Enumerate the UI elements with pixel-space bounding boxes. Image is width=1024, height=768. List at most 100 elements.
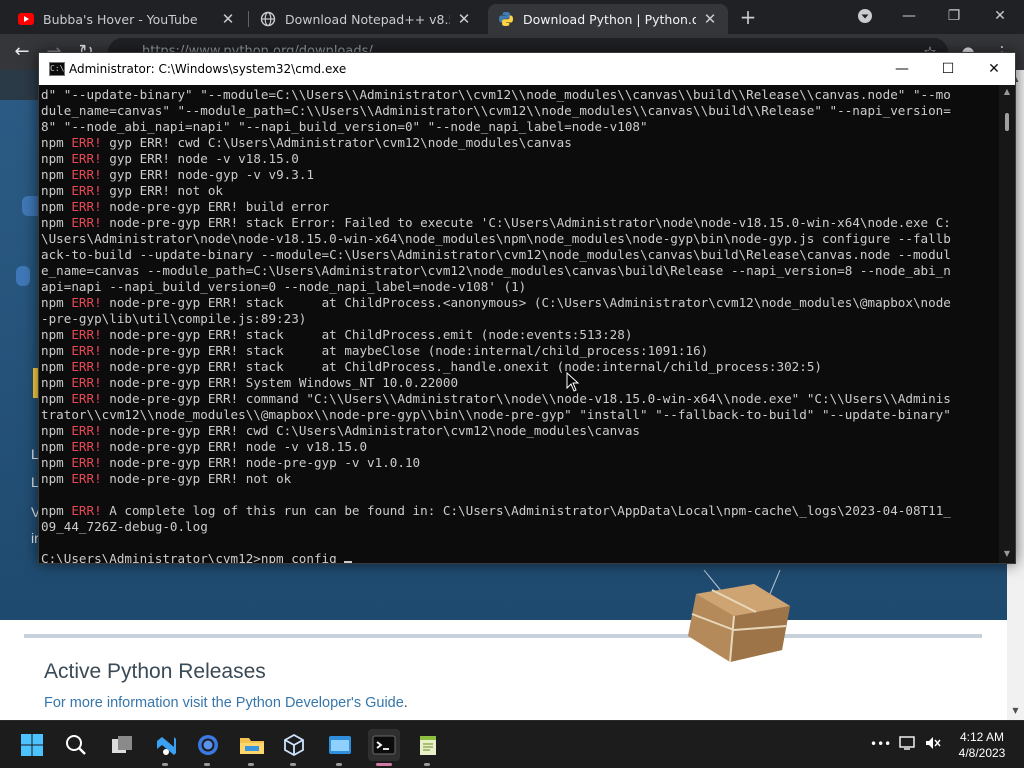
line-prefix: npm bbox=[41, 343, 72, 358]
tab-search-button[interactable] bbox=[845, 4, 885, 28]
line-prefix: npm bbox=[41, 439, 72, 454]
line-text: gyp ERR! node -v v18.15.0 bbox=[101, 151, 299, 166]
task-view-button[interactable] bbox=[106, 729, 138, 761]
tab-title: Download Python | Python.org bbox=[523, 11, 696, 27]
close-tab-icon[interactable]: ✕ bbox=[456, 10, 472, 28]
line-prefix: npm bbox=[41, 391, 72, 406]
prompt-line[interactable]: C:\Users\Administrator\cvm12>npm config bbox=[41, 551, 999, 563]
console-output[interactable]: d" "--update-binary" "--module=C:\\Users… bbox=[39, 85, 999, 563]
cmd-maximize-button[interactable]: ☐ bbox=[925, 53, 971, 85]
back-icon[interactable]: ← bbox=[12, 42, 32, 62]
running-indicator bbox=[204, 763, 210, 766]
close-tab-icon[interactable]: ✕ bbox=[220, 10, 236, 28]
tray-overflow-button[interactable]: ••• bbox=[870, 737, 891, 751]
err-tag: ERR! bbox=[71, 167, 102, 182]
line-text: node-pre-gyp ERR! not ok bbox=[101, 471, 292, 486]
tab-youtube[interactable]: Bubba's Hover - YouTube ✕ bbox=[8, 4, 246, 34]
line-text: node-pre-gyp ERR! node -v v18.15.0 bbox=[101, 439, 368, 454]
line-prefix: npm bbox=[41, 455, 72, 470]
file-explorer-button[interactable] bbox=[236, 729, 268, 766]
browser-minimize-button[interactable]: — bbox=[889, 4, 929, 28]
terminal-button[interactable] bbox=[368, 729, 400, 766]
err-tag: ERR! bbox=[71, 199, 102, 214]
start-button[interactable] bbox=[16, 729, 48, 761]
dev-guide-link[interactable]: For more information visit the Python De… bbox=[44, 695, 404, 711]
console-line: ack-to-build --update-binary --module=C:… bbox=[41, 247, 999, 263]
clock-date: 4/8/2023 bbox=[958, 746, 1006, 760]
err-tag: ERR! bbox=[71, 183, 102, 198]
scrollbar-thumb[interactable] bbox=[1005, 113, 1009, 131]
command-input[interactable]: npm config bbox=[261, 551, 344, 563]
line-prefix: npm bbox=[41, 359, 72, 374]
notepad-icon bbox=[420, 736, 436, 755]
line-text: node-pre-gyp ERR! stack Error: Failed to… bbox=[101, 215, 951, 230]
notepadpp-button[interactable] bbox=[412, 729, 444, 766]
tab-title: Bubba's Hover - YouTube bbox=[43, 11, 198, 27]
console-line: dule_name=canvas" "--module_path=C:\\Use… bbox=[41, 103, 999, 119]
new-tab-button[interactable]: + bbox=[736, 6, 760, 30]
console-line: trator\\cvm12\\node_modules\\@mapbox\\no… bbox=[41, 407, 999, 423]
line-text: node-pre-gyp ERR! System Windows_NT 10.0… bbox=[101, 375, 459, 390]
line-text: node-pre-gyp ERR! stack at ChildProcess.… bbox=[101, 359, 822, 374]
err-tag: ERR! bbox=[71, 391, 102, 406]
tab-title: Download Notepad++ v8.5.2 | f bbox=[285, 11, 450, 27]
console-line: npm ERR! gyp ERR! not ok bbox=[41, 183, 999, 199]
line-text: node-pre-gyp ERR! node-pre-gyp -v v1.0.1… bbox=[101, 455, 421, 470]
virtualbox-button[interactable] bbox=[278, 729, 310, 766]
chrome-button[interactable] bbox=[192, 729, 224, 766]
line-prefix: npm bbox=[41, 199, 72, 214]
line-text: ack-to-build --update-binary --module=C:… bbox=[41, 247, 951, 262]
console-line: 09_44_726Z-debug-0.log bbox=[41, 519, 999, 535]
cmd-close-button[interactable]: ✕ bbox=[971, 53, 1017, 85]
console-line: npm ERR! node-pre-gyp ERR! build error bbox=[41, 199, 999, 215]
vscode-button[interactable] bbox=[150, 729, 182, 766]
console-line: npm ERR! node-pre-gyp ERR! stack at mayb… bbox=[41, 343, 999, 359]
cmd-window: C:\ Administrator: C:\Windows\system32\c… bbox=[38, 52, 1016, 564]
line-text: node-pre-gyp ERR! stack at ChildProcess.… bbox=[101, 295, 951, 310]
active-indicator bbox=[376, 763, 392, 766]
prompt-path: C:\Users\Administrator\cvm12> bbox=[41, 551, 261, 563]
cmd-scrollbar[interactable]: ▲ ▼ bbox=[999, 85, 1015, 563]
close-tab-icon[interactable]: ✕ bbox=[702, 10, 718, 28]
line-text: A complete log of this run can be found … bbox=[101, 503, 951, 518]
mouse-pointer-icon bbox=[566, 372, 580, 392]
console-line: -pre-gyp\lib\util\compile.js:89:23) bbox=[41, 311, 999, 327]
running-indicator bbox=[424, 763, 430, 766]
err-tag: ERR! bbox=[71, 423, 102, 438]
browser-close-button[interactable]: ✕ bbox=[980, 4, 1020, 28]
browser-tab-strip: Bubba's Hover - YouTube ✕ Download Notep… bbox=[0, 0, 1024, 34]
tab-python[interactable]: Download Python | Python.org ✕ bbox=[488, 4, 728, 34]
line-text: 09_44_726Z-debug-0.log bbox=[41, 519, 208, 534]
cmd-window-title: Administrator: C:\Windows\system32\cmd.e… bbox=[69, 62, 347, 76]
tab-notepadpp[interactable]: Download Notepad++ v8.5.2 | f ✕ bbox=[250, 4, 482, 34]
side-shape bbox=[16, 266, 30, 286]
cmd-minimize-button[interactable]: — bbox=[879, 53, 925, 85]
line-text: \Users\Administrator\node\node-v18.15.0-… bbox=[41, 231, 951, 246]
app-button[interactable] bbox=[324, 729, 356, 766]
search-button[interactable] bbox=[60, 729, 92, 761]
clock-time: 4:12 AM bbox=[959, 730, 1005, 744]
volume-muted-icon[interactable] bbox=[924, 735, 942, 755]
cmd-title-bar[interactable]: C:\ Administrator: C:\Windows\system32\c… bbox=[39, 53, 1015, 85]
err-tag: ERR! bbox=[71, 455, 102, 470]
err-tag: ERR! bbox=[71, 359, 102, 374]
console-line: npm ERR! node-pre-gyp ERR! stack at Chil… bbox=[41, 327, 999, 343]
console-line: 8" "--node_abi_napi=napi" "--napi_build_… bbox=[41, 119, 999, 135]
folder-icon bbox=[240, 738, 264, 754]
line-prefix: npm bbox=[41, 183, 72, 198]
network-icon[interactable] bbox=[898, 735, 916, 755]
scroll-down-icon[interactable]: ▼ bbox=[999, 549, 1015, 558]
console-line: api=napi --napi_build_version=0 --node_n… bbox=[41, 279, 999, 295]
clock[interactable]: 4:12 AM 4/8/2023 bbox=[950, 729, 1014, 761]
err-tag: ERR! bbox=[71, 215, 102, 230]
scroll-down-icon[interactable]: ▼ bbox=[1007, 706, 1024, 715]
line-prefix: npm bbox=[41, 423, 72, 438]
running-indicator bbox=[290, 763, 296, 766]
line-text: node-pre-gyp ERR! command "C:\\Users\\Ad… bbox=[101, 391, 951, 406]
console-line: npm ERR! gyp ERR! node-gyp -v v9.3.1 bbox=[41, 167, 999, 183]
scroll-up-icon[interactable]: ▲ bbox=[999, 87, 1015, 96]
console-line: d" "--update-binary" "--module=C:\\Users… bbox=[41, 87, 999, 103]
browser-restore-button[interactable]: ❐ bbox=[934, 4, 974, 28]
err-tag: ERR! bbox=[71, 295, 102, 310]
